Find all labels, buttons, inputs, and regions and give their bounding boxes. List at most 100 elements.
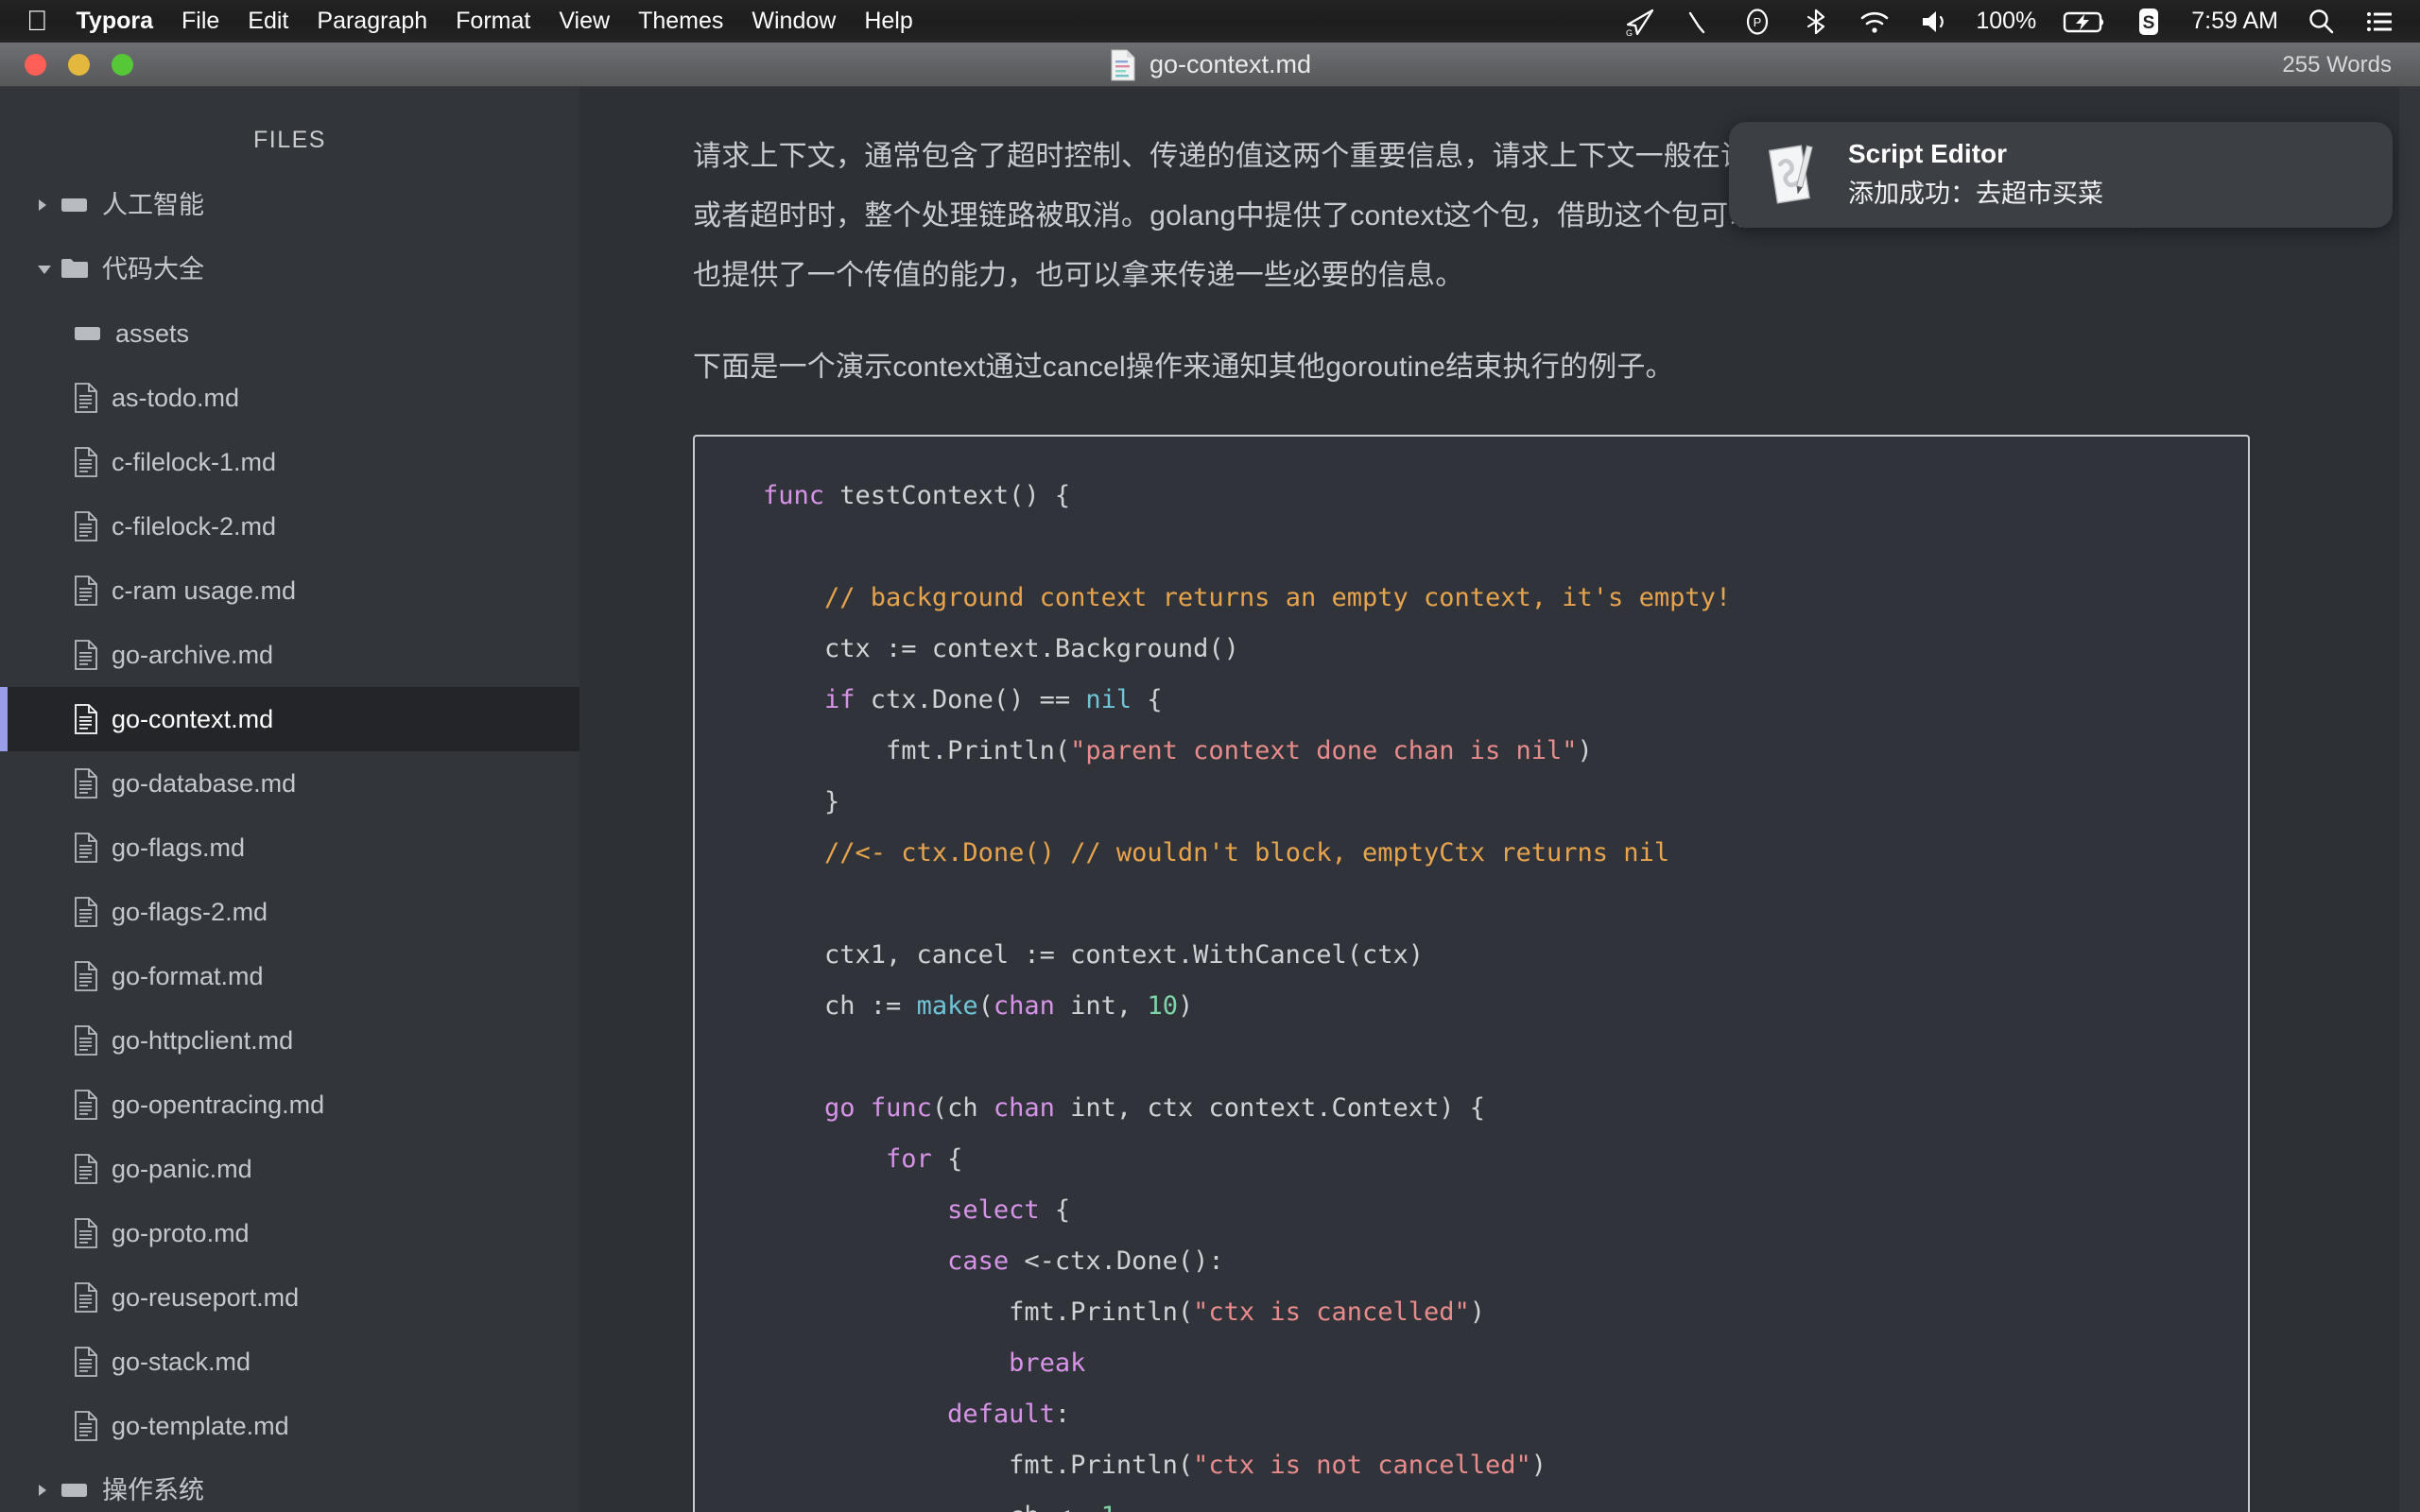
sidebar-item-c-ram usage.md[interactable]: c-ram usage.md [0,558,579,623]
zoom-button[interactable] [112,53,133,76]
file-icon [74,576,98,606]
document-body[interactable]: 请求上下文，通常包含了超时控制、传递的值这两个重要信息，请求上下文一般在请求结束… [579,87,2420,1512]
code-line: select { [947,1195,1071,1225]
code-line: //<- ctx.Done() // wouldn't block, empty… [824,838,1670,868]
sidebar-item-label: go-httpclient.md [112,1025,294,1055]
bluetooth-icon[interactable] [1800,6,1832,38]
sogou-s-icon[interactable]: S [2133,6,2165,38]
sidebar-item-label: go-reuseport.md [112,1282,300,1312]
minimize-button[interactable] [68,53,90,76]
sidebar-item-代码大全[interactable]: 代码大全 [0,237,579,301]
code-line: fmt.Println("ctx is cancelled") [763,1297,1486,1327]
code-line: ctx := context.Background() [763,634,1239,663]
sidebar-item-c-filelock-2.md[interactable]: c-filelock-2.md [0,494,579,558]
p-circle-icon[interactable]: P [1741,6,1773,38]
chevron-right-icon[interactable] [36,1483,57,1498]
code-line: break [1009,1349,1086,1378]
sidebar-item-c-filelock-1.md[interactable]: c-filelock-1.md [0,430,579,494]
window-title-group: go-context.md [0,43,2420,87]
code-line: default: [947,1400,1071,1429]
sidebar-item-label: 代码大全 [102,254,204,284]
sidebar-item-go-format.md[interactable]: go-format.md [0,944,579,1008]
file-tree[interactable]: 人工智能代码大全 assets as-todo.md c-filelock-1.md c… [0,173,579,1512]
sidebar-item-label: go-context.md [112,704,274,733]
sidebar-item-label: go-archive.md [112,640,274,669]
sidebar-item-go-flags-2.md[interactable]: go-flags-2.md [0,880,579,944]
chevron-down-icon[interactable] [36,263,57,276]
sidebar-item-go-stack.md[interactable]: go-stack.md [0,1330,579,1394]
code-line: fmt.Println("parent context done chan is… [763,736,1593,765]
code-line: ch <- 1 [695,1491,2248,1512]
wifi-icon[interactable] [1858,6,1891,38]
sidebar-item-label: c-filelock-1.md [112,447,277,476]
menu-item-typora[interactable]: Typora [77,8,154,35]
search-icon[interactable] [2305,6,2337,38]
battery-percent-label: 100% [1976,8,2037,34]
sidebar-item-label: go-format.md [112,961,264,990]
notification-text: Script Editor 添加成功：去超市买菜 [1848,137,2103,213]
notification-body: 添加成功：去超市买菜 [1848,179,2103,208]
macos-menu-bar:  Typora File Edit Paragraph Format View… [0,0,2420,43]
sidebar-item-go-proto.md[interactable]: go-proto.md [0,1201,579,1265]
system-notification[interactable]: Script Editor 添加成功：去超市买菜 [1729,122,2393,228]
checkmark-tick-icon[interactable] [1683,6,1715,38]
folder-open-icon [60,257,89,282]
menu-item-help[interactable]: Help [864,8,912,35]
sidebar-item-go-template.md[interactable]: go-template.md [0,1394,579,1458]
sidebar-item-label: go-flags.md [112,833,246,862]
paper-plane-icon[interactable]: G [1624,6,1656,38]
close-button[interactable] [25,53,46,76]
menubar-status-area: G P 100% S 7:59 AM [1624,6,2395,38]
sidebar-item-as-todo.md[interactable]: as-todo.md [0,366,579,430]
file-icon [74,961,98,991]
file-icon [74,1154,98,1184]
menu-item-window[interactable]: Window [752,8,836,35]
sidebar-item-label: go-stack.md [112,1347,251,1376]
sidebar-item-label: c-ram usage.md [112,576,297,605]
file-icon [74,1218,98,1248]
paragraph-2[interactable]: 下面是一个演示context通过cancel操作来通知其他goroutine结束… [693,337,2307,397]
sidebar-item-label: 人工智能 [102,190,204,219]
code-line: // background context returns an empty c… [824,583,1732,612]
sidebar-item-go-archive.md[interactable]: go-archive.md [0,623,579,687]
sidebar-item-go-httpclient.md[interactable]: go-httpclient.md [0,1008,579,1073]
menu-item-view[interactable]: View [559,8,610,35]
chevron-right-icon[interactable] [36,198,57,213]
menu-item-themes[interactable]: Themes [638,8,723,35]
word-count-label: 255 Words [2282,51,2392,77]
editor-scrollbar[interactable] [2399,87,2420,1512]
sidebar-item-go-reuseport.md[interactable]: go-reuseport.md [0,1265,579,1330]
sidebar-item-go-opentracing.md[interactable]: go-opentracing.md [0,1073,579,1137]
control-center-icon[interactable] [2363,6,2395,38]
sidebar-item-assets[interactable]: assets [0,301,579,366]
sidebar-item-go-database.md[interactable]: go-database.md [0,751,579,816]
menu-item-edit[interactable]: Edit [248,8,288,35]
menu-item-paragraph[interactable]: Paragraph [317,8,427,35]
sidebar-item-label: 操作系统 [102,1475,204,1504]
menubar-clock[interactable]: 7:59 AM [2191,8,2278,35]
code-block[interactable]: func testContext() { // background conte… [693,435,2250,1512]
menu-item-format[interactable]: Format [456,8,530,35]
volume-icon[interactable] [1917,6,1949,38]
apple-logo-icon[interactable]:  [26,7,48,36]
sidebar-item-label: go-proto.md [112,1218,250,1247]
sidebar-item-go-panic.md[interactable]: go-panic.md [0,1137,579,1201]
sidebar-item-go-flags.md[interactable]: go-flags.md [0,816,579,880]
sidebar-item-人工智能[interactable]: 人工智能 [0,173,579,237]
sidebar-item-操作系统[interactable]: 操作系统 [0,1458,579,1512]
code-line: } [763,787,840,816]
svg-text:G: G [1626,28,1633,38]
sidebar-item-label: go-flags-2.md [112,897,268,926]
file-icon [74,1025,98,1056]
window-controls [25,53,133,76]
paragraph-1-line-3: 也提供了一个传值的能力，也可以拿来传递一些必要的信息。 [693,260,1464,291]
menu-item-file[interactable]: File [182,8,219,35]
file-icon [74,1411,98,1441]
battery-charging-icon[interactable] [2063,6,2106,38]
sidebar-item-go-context.md[interactable]: go-context.md [0,687,579,751]
markdown-editor[interactable]: 请求上下文，通常包含了超时控制、传递的值这两个重要信息，请求上下文一般在请求结束… [579,87,2420,1512]
markdown-file-icon [1109,49,1137,81]
